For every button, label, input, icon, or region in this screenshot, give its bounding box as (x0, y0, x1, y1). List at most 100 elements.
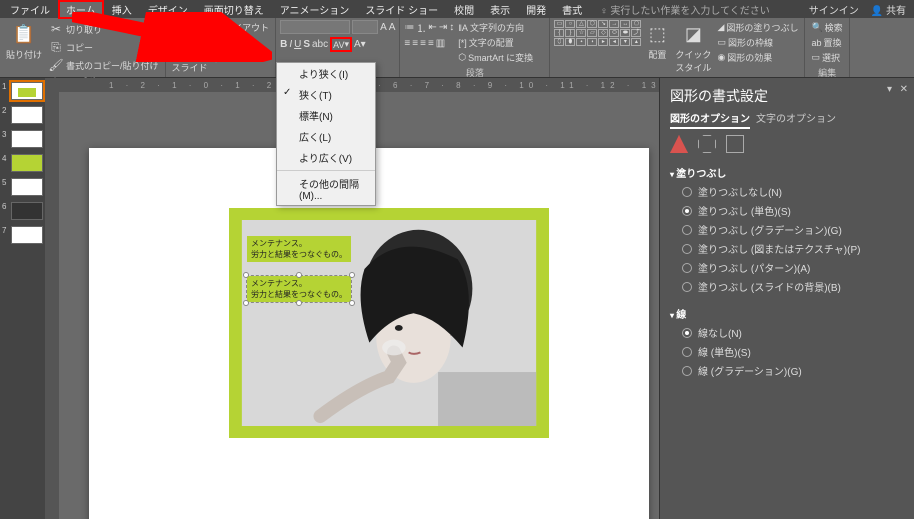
indent-dec-button[interactable]: ⇤ (428, 22, 436, 33)
slide-thumbnails: 1 2 3 4 5 6 7 (0, 78, 45, 519)
fill-pattern[interactable]: 塗りつぶし (パターン)(A) (670, 258, 904, 277)
find-button[interactable]: 🔍 検索 (809, 20, 844, 35)
align-justify-button[interactable]: ≡ (428, 38, 434, 49)
resize-handle[interactable] (243, 300, 249, 306)
quick-styles-button[interactable]: ◪クイック スタイル (673, 20, 713, 76)
underline-button[interactable]: U (294, 39, 301, 50)
pane-tab-shape[interactable]: 図形のオプション (670, 110, 750, 129)
spacing-very-loose[interactable]: より広く(V) (277, 147, 375, 168)
numbering-button[interactable]: ⒈ (416, 20, 426, 35)
fill-gradient[interactable]: 塗りつぶし (グラデーション)(G) (670, 220, 904, 239)
line-gradient[interactable]: 線 (グラデーション)(G) (670, 361, 904, 380)
thumb-2[interactable]: 2 (3, 106, 42, 124)
strike-button[interactable]: S (303, 39, 310, 50)
char-spacing-button[interactable]: AV▾ (330, 37, 352, 52)
align-right-button[interactable]: ≡ (420, 38, 426, 49)
resize-handle[interactable] (243, 272, 249, 278)
resize-handle[interactable] (296, 272, 302, 278)
pane-tab-text[interactable]: 文字のオプション (756, 110, 836, 129)
ruler-vertical (45, 78, 59, 519)
align-text-button[interactable]: [*] 文字の配置 (456, 35, 535, 50)
spacing-very-tight[interactable]: より狭く(I) (277, 63, 375, 84)
fill-line-icon[interactable] (670, 135, 688, 153)
tab-developer[interactable]: 開発 (518, 0, 554, 19)
tab-slideshow[interactable]: スライド ショー (357, 0, 446, 19)
bullets-button[interactable]: ≔ (404, 22, 414, 33)
cut-button[interactable]: ✂切り取り (46, 20, 161, 38)
line-none[interactable]: 線なし(N) (670, 323, 904, 342)
shrink-font-icon[interactable]: A (389, 22, 396, 33)
quick-styles-icon: ◪ (681, 22, 705, 46)
thumb-3[interactable]: 3 (3, 130, 42, 148)
line-heading[interactable]: 線 (670, 304, 904, 323)
italic-button[interactable]: I (289, 39, 292, 50)
brush-icon: 🖌 (48, 57, 64, 73)
align-center-button[interactable]: ≡ (412, 38, 418, 49)
tab-animations[interactable]: アニメーション (272, 0, 358, 19)
fill-solid[interactable]: 塗りつぶし (単色)(S) (670, 201, 904, 220)
fill-none[interactable]: 塗りつぶしなし(N) (670, 182, 904, 201)
resize-handle[interactable] (296, 300, 302, 306)
slide-shape-rect[interactable]: メンテナンス。 労力と結果をつなぐもの。 メンテナンス。 労力と結果をつなぐもの… (229, 208, 549, 438)
new-slide-button[interactable]: ▦ 新しい スライド (170, 20, 210, 76)
line-solid[interactable]: 線 (単色)(S) (670, 342, 904, 361)
tab-format[interactable]: 書式 (554, 0, 590, 19)
font-family-combo[interactable] (280, 20, 350, 34)
effects-icon[interactable] (698, 135, 716, 153)
font-color-button[interactable]: A▾ (354, 39, 366, 50)
spacing-loose[interactable]: 広く(L) (277, 126, 375, 147)
tab-home[interactable]: ホーム (58, 0, 104, 19)
shapes-gallery[interactable]: ▭○△⬡↘→↔⬠ {}☆▱◇⬭⬬⤴ ⬯⬮⬩⬪▸◂▾▴ (554, 20, 641, 46)
thumb-6[interactable]: 6 (3, 202, 42, 220)
smartart-button[interactable]: ⬡ SmartArt に変換 (456, 50, 535, 65)
close-icon[interactable]: ✕ (900, 84, 908, 95)
tab-transitions[interactable]: 画面切り替え (196, 0, 272, 19)
paste-button[interactable]: 📋 貼り付け (4, 20, 44, 63)
fill-slide-bg[interactable]: 塗りつぶし (スライドの背景)(B) (670, 277, 904, 296)
arrange-button[interactable]: ⬚配置 (643, 20, 671, 63)
text-direction-button[interactable]: ‖A 文字列の方向 (456, 20, 535, 35)
columns-button[interactable]: ▥ (436, 38, 445, 49)
layout-button[interactable]: ▭ レイアウト (212, 20, 272, 35)
shadow-button[interactable]: abc (312, 39, 328, 50)
indent-inc-button[interactable]: ⇥ (439, 22, 447, 33)
group-slides: ▦ 新しい スライド ▭ レイアウト ↺ リセット § セクション スライド (166, 18, 277, 77)
thumb-5[interactable]: 5 (3, 178, 42, 196)
spacing-normal[interactable]: 標準(N) (277, 105, 375, 126)
line-spacing-button[interactable]: ↕ (449, 22, 454, 33)
reset-button[interactable]: ↺ リセット (212, 35, 272, 50)
format-painter-button[interactable]: 🖌書式のコピー/貼り付け (46, 56, 161, 74)
shape-fill-button[interactable]: ◢ 図形の塗りつぶし (715, 20, 800, 35)
thumb-7[interactable]: 7 (3, 226, 42, 244)
section-button[interactable]: § セクション (212, 50, 272, 65)
align-left-button[interactable]: ≡ (404, 38, 410, 49)
select-button[interactable]: ▭ 選択 (809, 50, 842, 65)
tab-file[interactable]: ファイル (2, 0, 58, 19)
tab-insert[interactable]: 挿入 (104, 0, 140, 19)
tab-view[interactable]: 表示 (482, 0, 518, 19)
thumb-1[interactable]: 1 (3, 82, 42, 100)
pane-menu-icon[interactable]: ▾ (887, 84, 892, 95)
copy-button[interactable]: ⎘コピー (46, 38, 161, 56)
signin-link[interactable]: サインイン (803, 2, 865, 17)
font-size-combo[interactable] (352, 20, 378, 34)
size-props-icon[interactable] (726, 135, 744, 153)
resize-handle[interactable] (349, 272, 355, 278)
fill-heading[interactable]: 塗りつぶし (670, 163, 904, 182)
share-button[interactable]: 👤 共有 (865, 2, 912, 17)
resize-handle[interactable] (349, 300, 355, 306)
spacing-more[interactable]: その他の間隔(M)... (277, 173, 375, 205)
tab-review[interactable]: 校閲 (446, 0, 482, 19)
grow-font-icon[interactable]: A (380, 22, 387, 33)
textbox-2[interactable]: メンテナンス。 労力と結果をつなぐもの。 (247, 276, 351, 302)
fill-picture[interactable]: 塗りつぶし (図またはテクスチャ)(P) (670, 239, 904, 258)
tell-me-search[interactable]: ♀ 実行したい作業を入力してください (600, 2, 803, 17)
textbox-1[interactable]: メンテナンス。 労力と結果をつなぐもの。 (247, 236, 351, 262)
spacing-tight[interactable]: 狭く(T) (277, 84, 375, 105)
replace-button[interactable]: ab 置換 (809, 35, 843, 50)
bold-button[interactable]: B (280, 39, 287, 50)
shape-effects-button[interactable]: ◉ 図形の効果 (715, 50, 800, 65)
shape-outline-button[interactable]: ▭ 図形の枠線 (715, 35, 800, 50)
thumb-4[interactable]: 4 (3, 154, 42, 172)
tab-design[interactable]: デザイン (140, 0, 196, 19)
